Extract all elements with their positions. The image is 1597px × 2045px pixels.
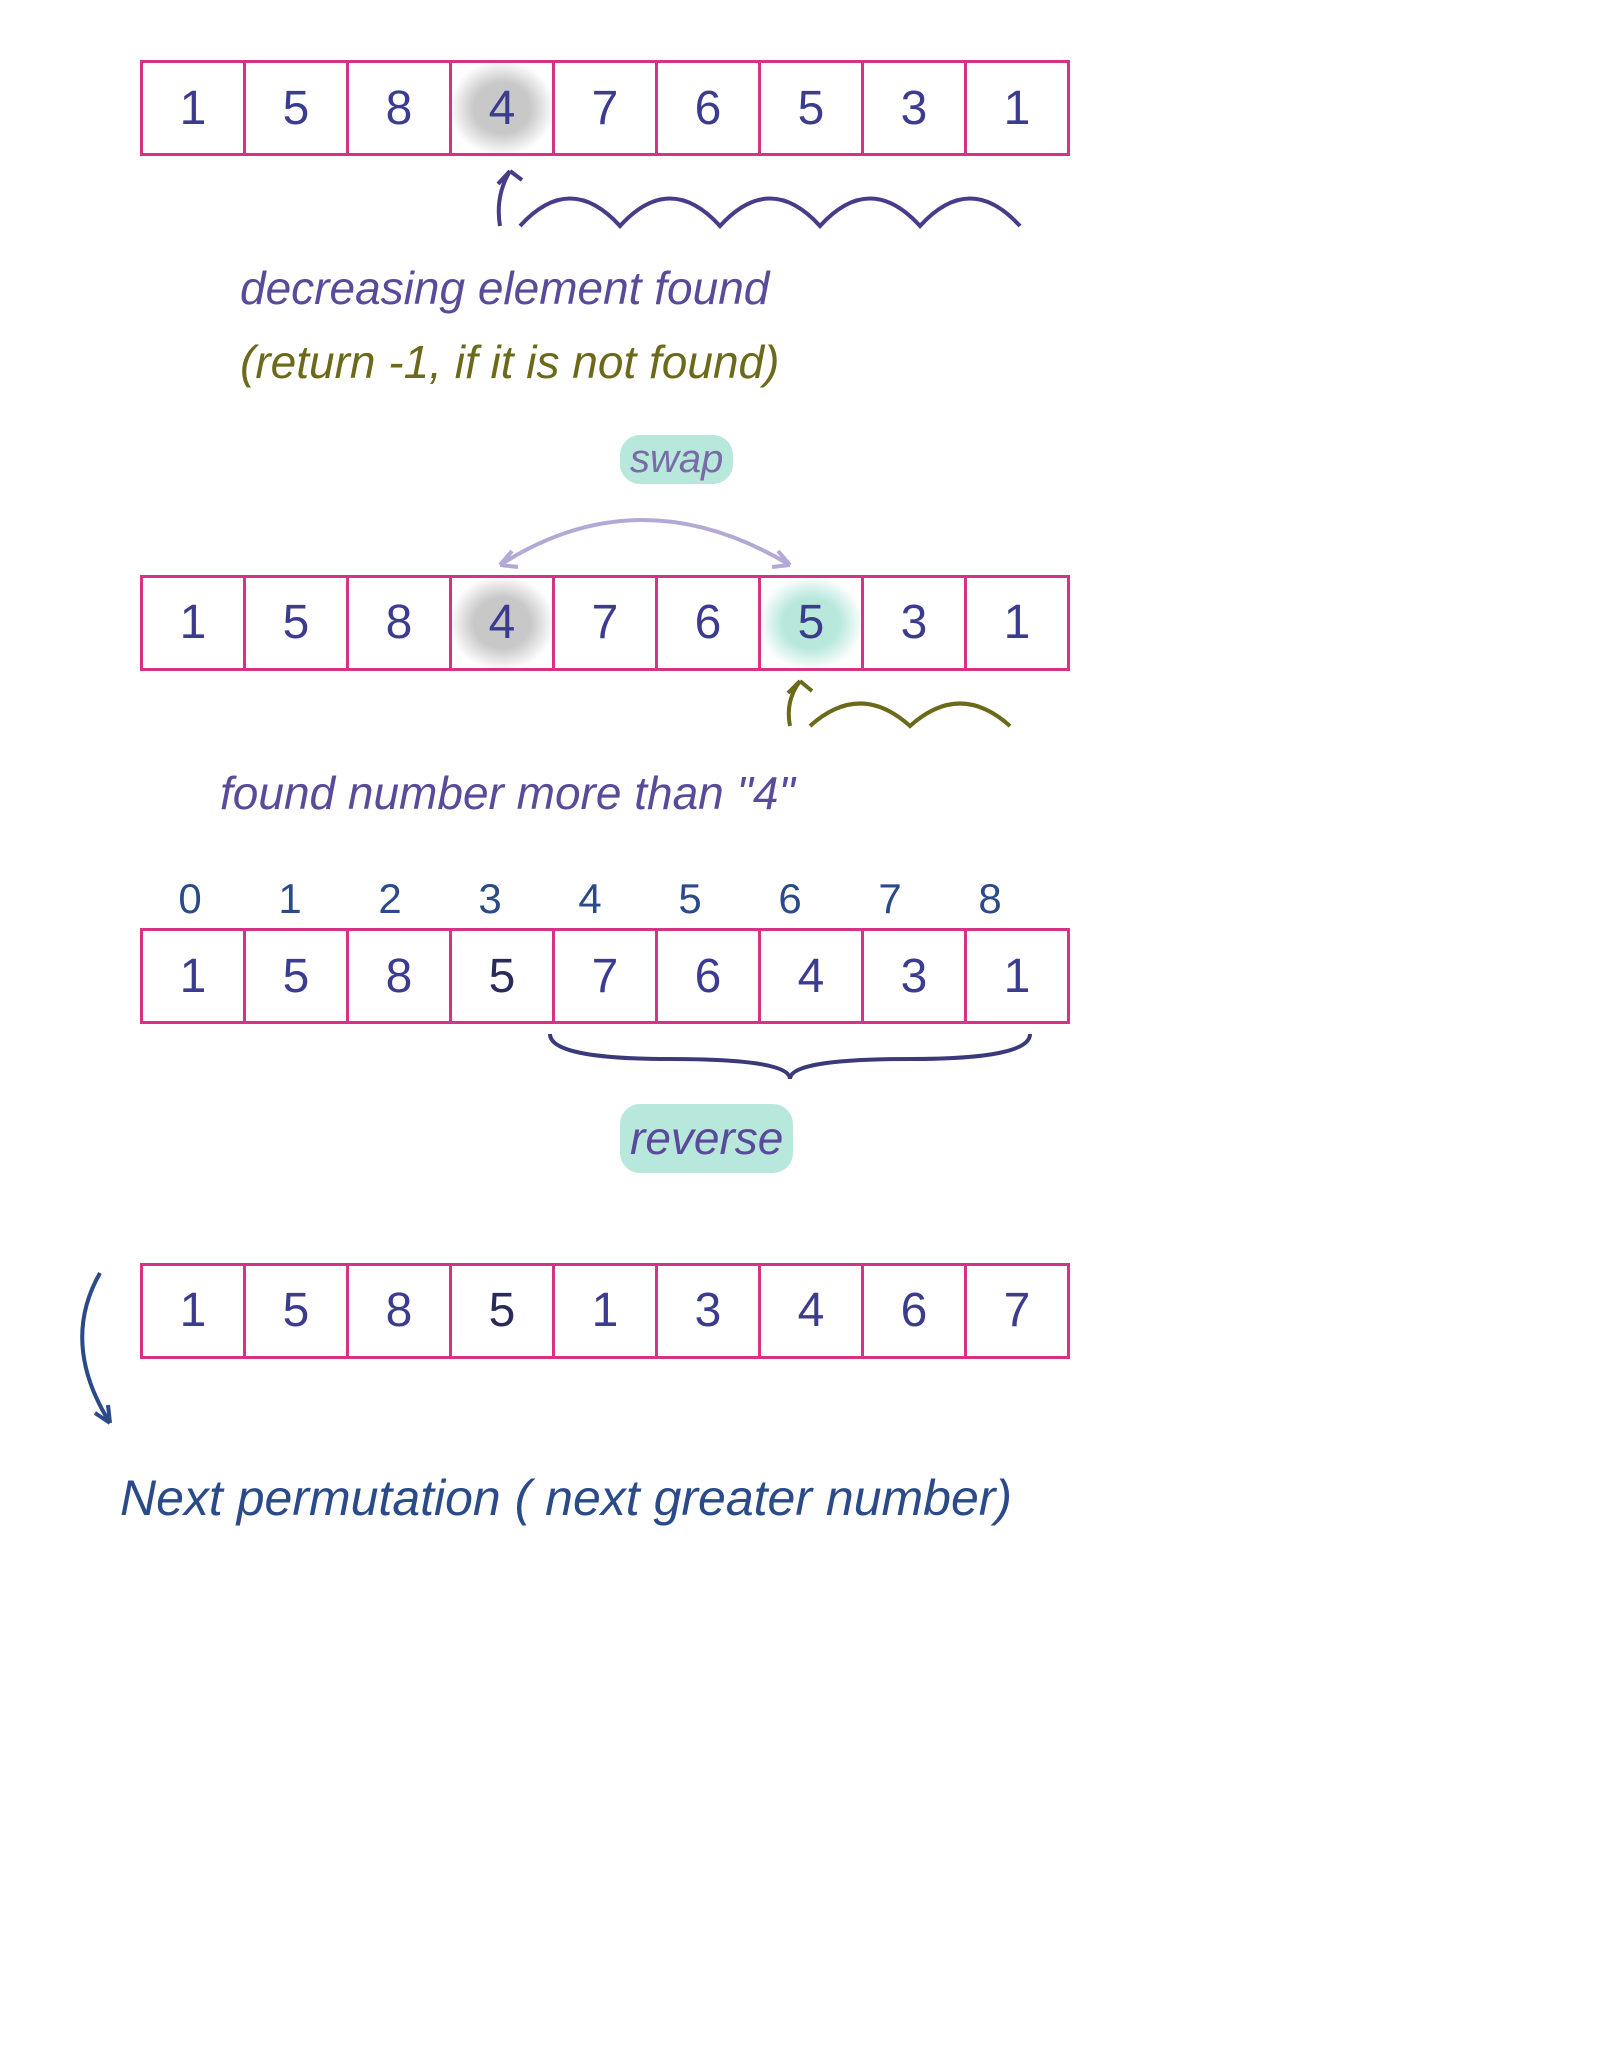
cell: 8 [346,928,449,1024]
note-return-minus-one: (return -1, if it is not found) [240,330,1557,394]
note-found-greater: found number more than "4" [220,761,1557,825]
index-label: 8 [940,875,1040,923]
cell: 7 [552,575,655,671]
cell: 5 [243,575,346,671]
reverse-label-container: reverse [620,1094,1557,1172]
index-row: 0 1 2 3 4 5 6 7 8 [140,875,1557,923]
cell: 7 [552,928,655,1024]
reverse-brace [140,1024,1140,1094]
index-label: 4 [540,875,640,923]
cell: 4 [758,928,861,1024]
swap-arrow-container: swap [140,435,1557,575]
array-step4: 1 5 8 5 1 3 4 6 7 [140,1263,1070,1359]
index-label: 3 [440,875,540,923]
cell: 3 [655,1263,758,1359]
cell: 1 [140,928,243,1024]
result-arrow [40,1263,140,1443]
cell: 4 [758,1263,861,1359]
cell: 1 [964,928,1070,1024]
cell: 5 [243,60,346,156]
index-label: 1 [240,875,340,923]
scan-left-wave-arrow-small [140,671,1140,751]
cell: 5 [243,928,346,1024]
cell-highlight-pivot: 4 [449,575,552,671]
cell-swapped: 5 [449,1263,552,1359]
note-next-permutation: Next permutation ( next greater number) [120,1463,1557,1533]
index-label: 0 [140,875,240,923]
cell: 3 [861,928,964,1024]
array-step1: 1 5 8 4 7 6 5 3 1 [140,60,1557,156]
index-label: 6 [740,875,840,923]
cell: 1 [140,60,243,156]
swap-label: swap [620,435,733,484]
cell: 6 [655,60,758,156]
cell: 5 [758,60,861,156]
index-label: 7 [840,875,940,923]
cell: 8 [346,60,449,156]
array-step3: 1 5 8 5 7 6 4 3 1 [140,928,1557,1024]
cell: 1 [552,1263,655,1359]
cell: 3 [861,60,964,156]
scan-left-wave-arrow [140,156,1140,246]
cell-highlight-pivot: 4 [449,60,552,156]
cell-swapped: 5 [449,928,552,1024]
cell: 3 [861,575,964,671]
index-label: 2 [340,875,440,923]
cell: 1 [140,1263,243,1359]
cell: 5 [243,1263,346,1359]
note-decreasing-found: decreasing element found [240,256,1557,320]
cell: 6 [861,1263,964,1359]
reverse-label: reverse [620,1104,793,1172]
cell-highlight-successor: 5 [758,575,861,671]
cell: 7 [964,1263,1070,1359]
index-label: 5 [640,875,740,923]
cell: 8 [346,575,449,671]
cell: 1 [964,575,1070,671]
array-step2: 1 5 8 4 7 6 5 3 1 [140,575,1557,671]
cell: 1 [140,575,243,671]
cell: 1 [964,60,1070,156]
cell: 6 [655,928,758,1024]
cell: 8 [346,1263,449,1359]
cell: 6 [655,575,758,671]
cell: 7 [552,60,655,156]
